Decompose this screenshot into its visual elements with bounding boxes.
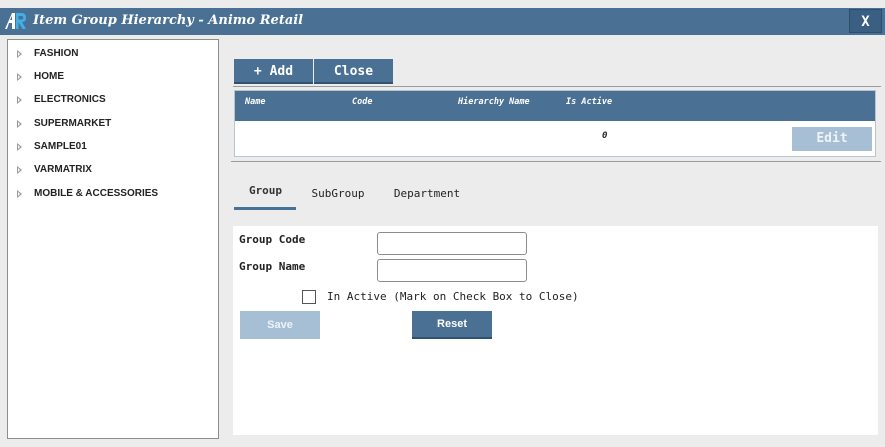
expand-triangle-icon[interactable] — [17, 120, 22, 128]
item-group-hierarchy-window: Item Group Hierarchy - Animo Retail X FA… — [0, 0, 885, 447]
tree-item-sample01[interactable]: SAMPLE01 — [8, 139, 213, 157]
save-button[interactable]: Save — [240, 311, 320, 339]
tab-department[interactable]: Department — [388, 187, 466, 207]
ar-logo-icon — [5, 13, 26, 29]
column-header-is-active[interactable]: Is Active — [566, 97, 612, 107]
tree-item-varmatrix[interactable]: VARMATRIX — [8, 162, 213, 180]
group-code-input[interactable] — [377, 232, 527, 255]
expand-triangle-icon[interactable] — [17, 166, 22, 174]
hierarchy-grid: Name Code Hierarchy Name Is Active 0 Edi… — [234, 90, 876, 157]
expand-triangle-icon[interactable] — [17, 50, 22, 58]
inactive-checkbox-label: In Active (Mark on Check Box to Close) — [327, 290, 579, 303]
title-bar: Item Group Hierarchy - Animo Retail X — [0, 8, 885, 35]
tree-item-electronics[interactable]: ELECTRONICS — [8, 92, 213, 110]
group-name-input[interactable] — [377, 259, 527, 282]
is-active-cell: 0 — [602, 131, 608, 141]
column-header-code[interactable]: Code — [352, 97, 372, 107]
group-code-label: Group Code — [239, 233, 306, 246]
window-title: Item Group Hierarchy - Animo Retail — [33, 13, 304, 28]
window-close-button[interactable]: X — [849, 9, 882, 33]
close-button[interactable]: Close — [314, 59, 393, 84]
edit-button[interactable]: Edit — [792, 127, 872, 151]
group-form-panel — [233, 226, 878, 435]
divider — [231, 161, 881, 162]
tab-group[interactable]: Group — [235, 184, 296, 204]
tree-item-label: MOBILE & ACCESSORIES — [34, 188, 159, 199]
group-name-label: Group Name — [239, 260, 306, 273]
add-button[interactable]: + Add — [234, 59, 313, 84]
tree-item-label: HOME — [34, 71, 64, 82]
active-tab-indicator — [234, 207, 296, 210]
hierarchy-tree: FASHION HOME ELECTRONICS SUPERMARKET SAM… — [7, 39, 219, 439]
tab-subgroup[interactable]: SubGroup — [304, 187, 372, 207]
expand-triangle-icon[interactable] — [17, 73, 22, 81]
divider — [233, 86, 881, 87]
tree-item-label: SUPERMARKET — [34, 118, 112, 129]
inactive-checkbox[interactable] — [302, 290, 316, 304]
tree-item-label: ELECTRONICS — [34, 94, 106, 105]
expand-triangle-icon[interactable] — [17, 190, 22, 198]
tree-item-label: VARMATRIX — [34, 164, 92, 175]
grid-header: Name Code Hierarchy Name Is Active — [235, 91, 875, 121]
tree-item-label: FASHION — [34, 48, 79, 59]
reset-button[interactable]: Reset — [412, 311, 492, 339]
tree-item-supermarket[interactable]: SUPERMARKET — [8, 116, 213, 134]
column-header-hierarchy-name[interactable]: Hierarchy Name — [458, 97, 530, 107]
tree-item-mobile-accessories[interactable]: MOBILE & ACCESSORIES — [8, 186, 213, 204]
column-header-name[interactable]: Name — [245, 97, 265, 107]
tree-item-label: SAMPLE01 — [34, 141, 87, 152]
tree-item-home[interactable]: HOME — [8, 69, 213, 87]
tree-item-fashion[interactable]: FASHION — [8, 46, 213, 64]
expand-triangle-icon[interactable] — [17, 143, 22, 151]
expand-triangle-icon[interactable] — [17, 96, 22, 104]
